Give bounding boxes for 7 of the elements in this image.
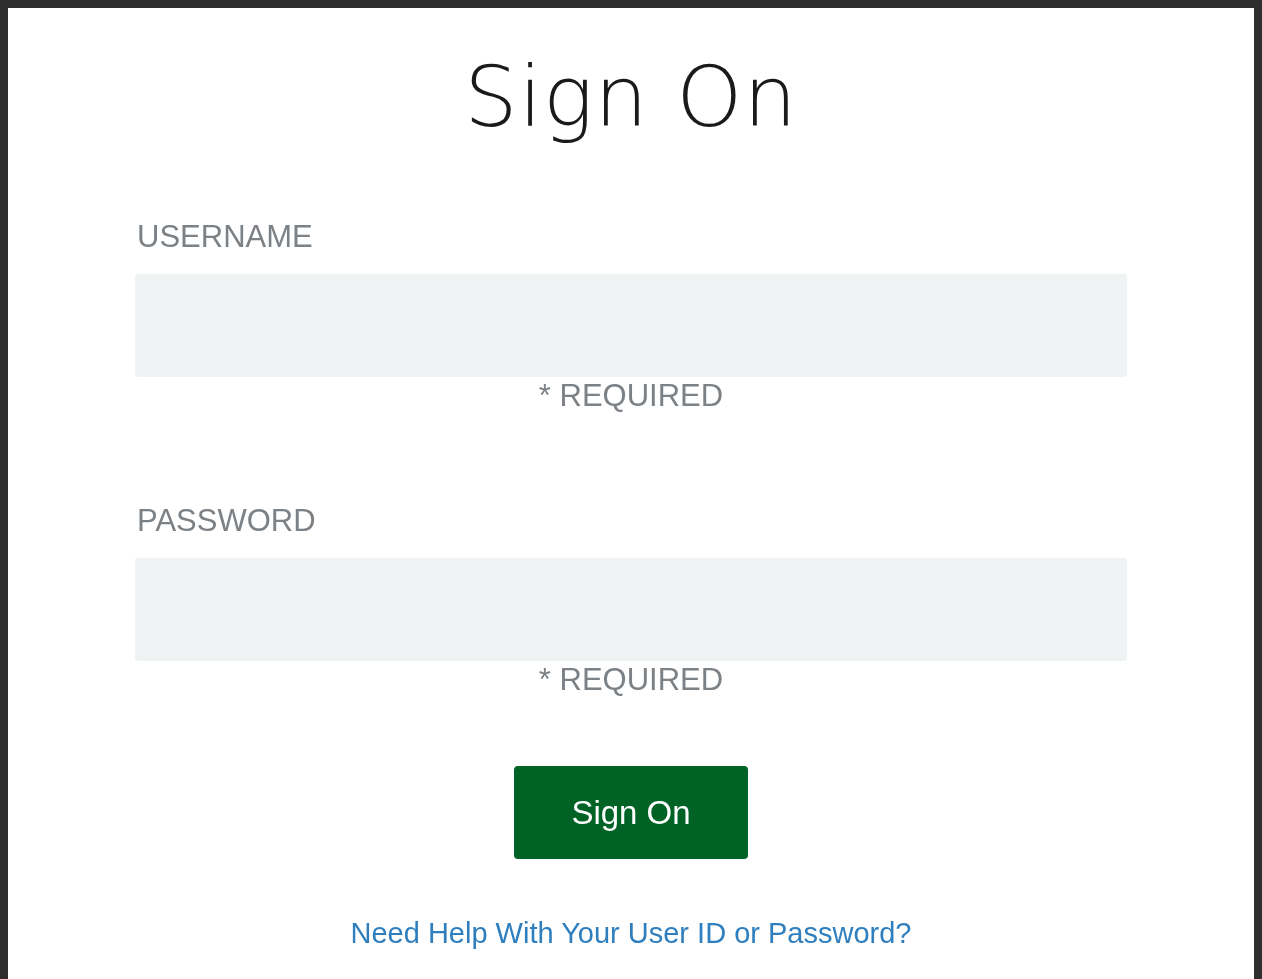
page-title: Sign On: [464, 47, 798, 148]
field-label: USERNAME: [137, 220, 314, 254]
help-link[interactable]: Need Help With Your User ID or Password?: [350, 917, 912, 950]
sign-on-button[interactable]: Sign On: [514, 766, 748, 859]
required-note: * REQUIRED: [538, 662, 724, 698]
required-note: * REQUIRED: [538, 378, 724, 414]
field-label: PASSWORD: [137, 504, 317, 538]
